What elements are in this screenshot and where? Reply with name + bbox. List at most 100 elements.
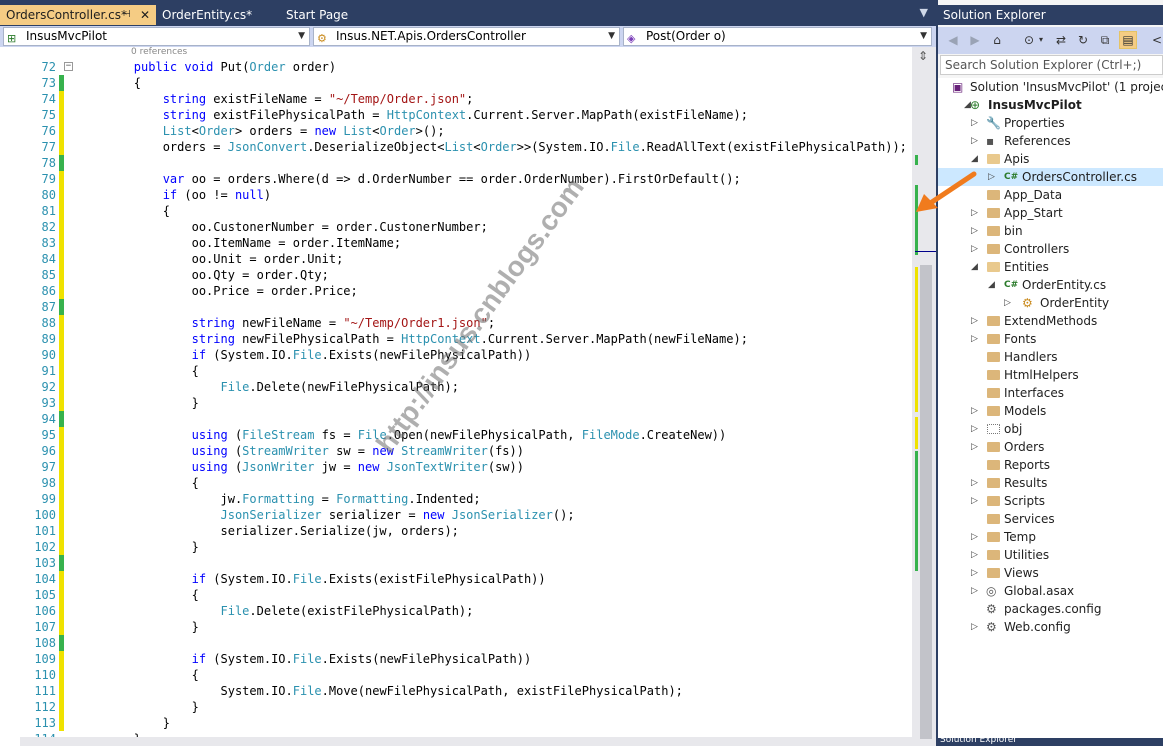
code-line[interactable]: 87	[0, 299, 912, 315]
tree-item[interactable]: ◢ ⊕ InsusMvcPilot	[938, 96, 1163, 114]
code-line[interactable]: 102 }	[0, 539, 912, 555]
codelens-references[interactable]: 0 references	[131, 47, 187, 57]
code-line[interactable]: 94	[0, 411, 912, 427]
tree-item[interactable]: ⚙ packages.config	[938, 600, 1163, 618]
code-line[interactable]: 74 string existFileName = "~/Temp/Order.…	[0, 91, 912, 107]
code-line[interactable]: 72− public void Put(Order order)	[0, 59, 912, 75]
class-combo[interactable]: ⚙ Insus.NET.Apis.OrdersController ▼	[313, 27, 620, 46]
code-line[interactable]: 113 }	[0, 715, 912, 731]
tab-orderentity[interactable]: OrderEntity.cs*	[156, 5, 276, 25]
collapsed-icon[interactable]: ▷	[971, 330, 978, 348]
tree-item[interactable]: ▷ Fonts	[938, 330, 1163, 348]
collapsed-icon[interactable]: ▷	[971, 474, 978, 492]
vertical-scrollbar[interactable]: ⇕	[912, 47, 936, 746]
collapsed-icon[interactable]: ▷	[971, 420, 978, 438]
tree-item[interactable]: ▷ Scripts	[938, 492, 1163, 510]
tree-item[interactable]: ▷ Temp	[938, 528, 1163, 546]
tree-item[interactable]: ▷ ⚙ OrderEntity	[938, 294, 1163, 312]
collapsed-icon[interactable]: ▷	[988, 168, 995, 186]
code-line[interactable]: 111 System.IO.File.Move(newFilePhysicalP…	[0, 683, 912, 699]
tree-item[interactable]: ▷ ◎ Global.asax	[938, 582, 1163, 600]
member-combo[interactable]: ◈ Post(Order o) ▼	[623, 27, 932, 46]
expanded-icon[interactable]: ◢	[971, 258, 978, 276]
code-line[interactable]: 108	[0, 635, 912, 651]
tree-item[interactable]: ▷ Models	[938, 402, 1163, 420]
collapsed-icon[interactable]: ▷	[971, 240, 978, 258]
code-line[interactable]: 110 {	[0, 667, 912, 683]
refresh-icon[interactable]: ↻	[1074, 31, 1092, 49]
tree-item[interactable]: ◢ C# OrderEntity.cs	[938, 276, 1163, 294]
code-line[interactable]: 103	[0, 555, 912, 571]
collapsed-icon[interactable]: ▷	[971, 132, 978, 150]
tree-item[interactable]: ▷ ⚙ Web.config	[938, 618, 1163, 636]
collapsed-icon[interactable]: ▷	[971, 312, 978, 330]
tree-item[interactable]: ▷ Views	[938, 564, 1163, 582]
collapsed-icon[interactable]: ▷	[971, 492, 978, 510]
tree-item[interactable]: ▣ Solution 'InsusMvcPilot' (1 project)	[938, 78, 1163, 96]
collapsed-icon[interactable]: ▷	[971, 582, 978, 600]
close-icon[interactable]: ✕	[140, 5, 150, 25]
show-all-files-icon[interactable]: ▤	[1119, 31, 1137, 49]
collapsed-icon[interactable]: ▷	[971, 402, 978, 420]
forward-icon[interactable]: ▶	[966, 31, 984, 49]
code-line[interactable]: 80 if (oo != null)	[0, 187, 912, 203]
code-line[interactable]: 107 }	[0, 619, 912, 635]
code-line[interactable]: 86 oo.Price = order.Price;	[0, 283, 912, 299]
tree-item[interactable]: HtmlHelpers	[938, 366, 1163, 384]
code-line[interactable]: 101 serializer.Serialize(jw, orders);	[0, 523, 912, 539]
code-line[interactable]: 85 oo.Qty = order.Qty;	[0, 267, 912, 283]
tab-orderscontroller[interactable]: OrdersController.cs* ⊣ ✕	[0, 5, 156, 25]
collapse-all-icon[interactable]: ⧉	[1096, 31, 1114, 49]
tree-item[interactable]: ◢ Apis	[938, 150, 1163, 168]
tab-dropdown-icon[interactable]: ▼	[920, 6, 928, 19]
code-line[interactable]: 92 File.Delete(newFilePhysicalPath);	[0, 379, 912, 395]
code-line[interactable]: 106 File.Delete(existFilePhysicalPath);	[0, 603, 912, 619]
back-icon[interactable]: ◀	[944, 31, 962, 49]
code-line[interactable]: 96 using (StreamWriter sw = new StreamWr…	[0, 443, 912, 459]
collapsed-icon[interactable]: ▷	[971, 222, 978, 240]
tree-item[interactable]: ▷ Utilities	[938, 546, 1163, 564]
tree-item[interactable]: ▷ Orders	[938, 438, 1163, 456]
split-icon[interactable]: ⇕	[915, 49, 931, 65]
code-line[interactable]: 75 string existFilePhysicalPath = HttpCo…	[0, 107, 912, 123]
code-editor[interactable]: 0 references 72− public void Put(Order o…	[0, 47, 936, 746]
tree-item[interactable]: ◢ Entities	[938, 258, 1163, 276]
tree-item[interactable]: ▷ Results	[938, 474, 1163, 492]
code-line[interactable]: 100 JsonSerializer serializer = new Json…	[0, 507, 912, 523]
code-line[interactable]: 81 {	[0, 203, 912, 219]
tree-item[interactable]: ▷ obj	[938, 420, 1163, 438]
code-line[interactable]: 73 {	[0, 75, 912, 91]
code-line[interactable]: 78	[0, 155, 912, 171]
horizontal-scrollbar[interactable]	[20, 737, 912, 746]
tree-item[interactable]: Interfaces	[938, 384, 1163, 402]
tree-item[interactable]: ▷ ▪ References	[938, 132, 1163, 150]
collapsed-icon[interactable]: ▷	[1004, 294, 1011, 312]
code-line[interactable]: 105 {	[0, 587, 912, 603]
tree-item[interactable]: ▷ bin	[938, 222, 1163, 240]
collapsed-icon[interactable]: ▷	[971, 564, 978, 582]
chevron-down-icon[interactable]: ▾	[1036, 31, 1046, 49]
project-combo[interactable]: ⊞ InsusMvcPilot ▼	[3, 27, 310, 46]
code-line[interactable]: 79 var oo = orders.Where(d => d.OrderNum…	[0, 171, 912, 187]
code-line[interactable]: 98 {	[0, 475, 912, 491]
collapsed-icon[interactable]: ▷	[971, 438, 978, 456]
tree-item[interactable]: ▷ ExtendMethods	[938, 312, 1163, 330]
code-line[interactable]: 112 }	[0, 699, 912, 715]
tree-item[interactable]: Services	[938, 510, 1163, 528]
scrollbar-thumb[interactable]	[920, 265, 932, 739]
expanded-icon[interactable]: ◢	[971, 150, 978, 168]
tree-item[interactable]: Handlers	[938, 348, 1163, 366]
collapsed-icon[interactable]: ▷	[971, 618, 978, 636]
code-line[interactable]: 84 oo.Unit = order.Unit;	[0, 251, 912, 267]
sync-icon[interactable]: ⇄	[1052, 31, 1070, 49]
home-icon[interactable]: ⌂	[988, 31, 1006, 49]
code-line[interactable]: 104 if (System.IO.File.Exists(existFileP…	[0, 571, 912, 587]
solution-explorer-search[interactable]: Search Solution Explorer (Ctrl+;)	[940, 55, 1163, 75]
tree-item[interactable]: Reports	[938, 456, 1163, 474]
more-icon[interactable]: <	[1148, 31, 1163, 49]
code-line[interactable]: 76 List<Order> orders = new List<Order>(…	[0, 123, 912, 139]
code-line[interactable]: 83 oo.ItemName = order.ItemName;	[0, 235, 912, 251]
collapsed-icon[interactable]: ▷	[971, 528, 978, 546]
collapse-icon[interactable]: −	[64, 62, 73, 71]
code-line[interactable]: 99 jw.Formatting = Formatting.Indented;	[0, 491, 912, 507]
